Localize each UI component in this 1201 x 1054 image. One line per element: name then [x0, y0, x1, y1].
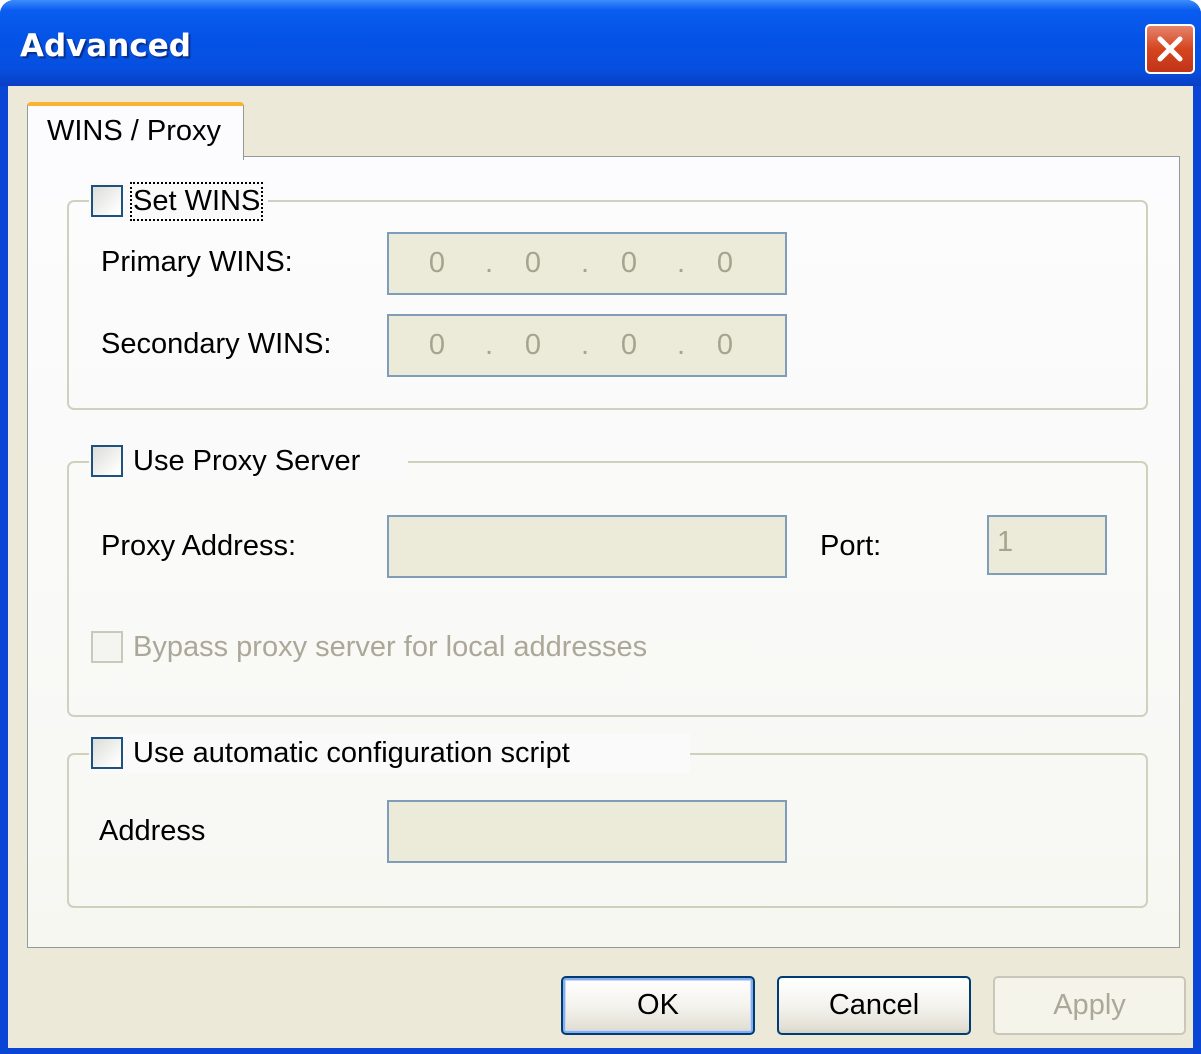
- ip-octet: 0: [620, 329, 638, 361]
- set-wins-label[interactable]: Set WINS: [129, 181, 264, 221]
- ip-octet: 0: [428, 247, 446, 279]
- title-bar[interactable]: Advanced: [0, 0, 1201, 86]
- set-wins-checkbox-row[interactable]: Set WINS: [89, 181, 269, 221]
- ip-octet: 0: [716, 247, 734, 279]
- bypass-checkbox: [91, 631, 123, 663]
- proxy-groupbox: [67, 461, 1148, 717]
- use-proxy-checkbox-row[interactable]: Use Proxy Server: [89, 441, 409, 481]
- ip-octet: 0: [524, 247, 542, 279]
- secondary-wins-input[interactable]: 0 . 0 . 0 . 0: [387, 314, 787, 377]
- autoconfig-checkbox-row[interactable]: Use automatic configuration script: [89, 733, 690, 773]
- port-label: Port:: [820, 530, 882, 562]
- ip-octet: 0: [428, 329, 446, 361]
- bypass-checkbox-row: Bypass proxy server for local addresses: [91, 627, 647, 667]
- apply-button[interactable]: Apply: [993, 976, 1186, 1035]
- advanced-dialog: Advanced WINS / Proxy Set WINS Primary W…: [0, 0, 1201, 1054]
- use-proxy-checkbox[interactable]: [91, 445, 123, 477]
- window-title: Advanced: [20, 28, 191, 64]
- tab-wins-proxy[interactable]: WINS / Proxy: [27, 102, 244, 160]
- cancel-button[interactable]: Cancel: [777, 976, 971, 1035]
- autoconfig-address-label: Address: [99, 815, 206, 847]
- use-proxy-label[interactable]: Use Proxy Server: [133, 445, 360, 478]
- autoconfig-checkbox[interactable]: [91, 737, 123, 769]
- ok-button[interactable]: OK: [561, 976, 755, 1035]
- close-icon: [1157, 36, 1183, 62]
- proxy-address-label: Proxy Address:: [101, 530, 297, 562]
- tab-label: WINS / Proxy: [47, 115, 222, 147]
- ip-octet: 0: [524, 329, 542, 361]
- proxy-address-input[interactable]: [387, 515, 787, 578]
- ip-octet: 0: [620, 247, 638, 279]
- secondary-wins-label: Secondary WINS:: [101, 328, 332, 360]
- autoconfig-label[interactable]: Use automatic configuration script: [133, 737, 570, 770]
- primary-wins-label: Primary WINS:: [101, 246, 293, 278]
- set-wins-checkbox[interactable]: [91, 185, 123, 217]
- close-button[interactable]: [1145, 24, 1195, 74]
- ip-octet: 0: [716, 329, 734, 361]
- dialog-client-area: WINS / Proxy Set WINS Primary WINS: 0 . …: [8, 86, 1193, 1048]
- primary-wins-input[interactable]: 0 . 0 . 0 . 0: [387, 232, 787, 295]
- tab-panel: Set WINS Primary WINS: 0 . 0 . 0 . 0 Sec…: [27, 156, 1180, 948]
- port-input[interactable]: 1: [987, 515, 1107, 575]
- autoconfig-address-input[interactable]: [387, 800, 787, 863]
- bypass-label: Bypass proxy server for local addresses: [133, 630, 648, 663]
